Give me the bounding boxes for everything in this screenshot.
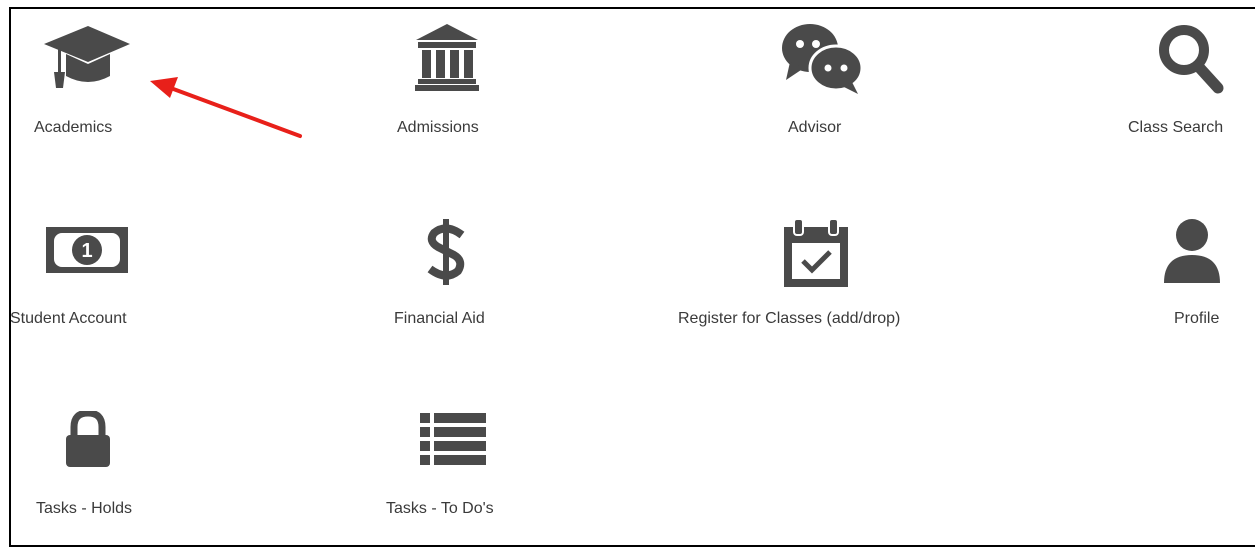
tile-profile[interactable]: Profile — [1140, 215, 1250, 335]
list-icon — [420, 413, 486, 465]
tile-label: Financial Aid — [394, 310, 485, 327]
tile-label: Student Account — [10, 310, 127, 327]
tile-label: Profile — [1174, 310, 1220, 327]
tile-label: Admissions — [397, 119, 479, 136]
graduation-cap-icon — [44, 26, 130, 88]
tile-tasks-holds[interactable]: Tasks - Holds — [30, 405, 170, 525]
svg-text:1: 1 — [81, 240, 92, 262]
bank-building-icon — [415, 24, 479, 91]
tile-label: Tasks - Holds — [36, 500, 133, 517]
chat-bubbles-icon — [782, 24, 864, 94]
user-icon — [1164, 219, 1220, 283]
search-icon — [1159, 25, 1224, 94]
dollar-sign-icon — [427, 219, 465, 285]
tile-academics[interactable]: Academics — [28, 20, 148, 150]
tile-admissions[interactable]: Admissions — [380, 20, 540, 150]
tile-financial-aid[interactable]: Financial Aid — [380, 215, 540, 335]
tile-label: Register for Classes (add/drop) — [678, 310, 901, 327]
lock-icon — [66, 411, 110, 467]
tile-register-for-classes[interactable]: Register for Classes (add/drop) — [676, 215, 976, 335]
tile-student-account[interactable]: 1 Student Account — [10, 215, 180, 335]
red-arrow-annotation — [150, 77, 302, 138]
tile-label: Advisor — [788, 119, 842, 136]
tile-label: Tasks - To Do's — [386, 500, 494, 517]
calendar-check-icon — [784, 218, 848, 287]
tile-advisor[interactable]: Advisor — [760, 20, 920, 150]
tile-label: Academics — [34, 119, 113, 136]
money-bill-icon: 1 — [46, 227, 128, 273]
tile-class-search[interactable]: Class Search — [1120, 20, 1255, 150]
tile-label: Class Search — [1128, 119, 1224, 136]
tile-tasks-to-dos[interactable]: Tasks - To Do's — [380, 405, 540, 525]
